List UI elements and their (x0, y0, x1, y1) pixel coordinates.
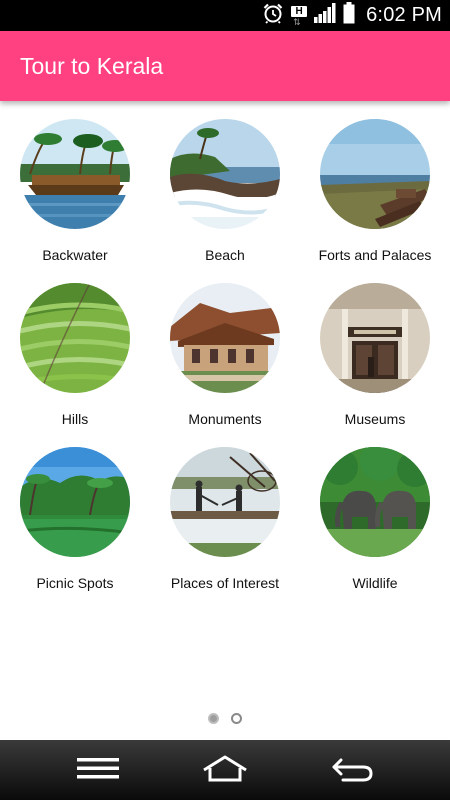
back-icon (329, 754, 375, 787)
palm-lagoon-photo (20, 447, 130, 557)
category-museums[interactable]: Museums (300, 265, 450, 429)
category-hills[interactable]: Hills (0, 265, 150, 429)
status-time: 6:02 PM (366, 4, 442, 26)
fort-coast-photo (320, 119, 430, 229)
status-icons: H ⇅ 6:02 PM (262, 0, 442, 31)
category-backwater[interactable]: Backwater (0, 101, 150, 265)
app-title: Tour to Kerala (20, 53, 164, 79)
tea-plantation-hills-photo (20, 283, 130, 393)
category-label: Wildlife (352, 575, 398, 591)
traditional-building-photo (170, 283, 280, 393)
alarm-clock-icon (262, 2, 284, 29)
network-h-icon: H ⇅ (291, 5, 308, 27)
navigation-bar (0, 740, 450, 800)
menu-button[interactable] (58, 740, 138, 800)
chinese-fishing-nets-photo (170, 447, 280, 557)
page-indicator (0, 713, 450, 729)
home-button[interactable] (185, 740, 265, 800)
houseboat-backwater-photo (20, 119, 130, 229)
category-label: Monuments (188, 411, 262, 427)
status-bar: H ⇅ 6:02 PM (0, 0, 450, 31)
category-places-of-interest[interactable]: Places of Interest (150, 429, 300, 593)
category-label: Museums (344, 411, 406, 427)
category-monuments[interactable]: Monuments (150, 265, 300, 429)
category-label: Picnic Spots (36, 575, 114, 591)
category-beach[interactable]: Beach (150, 101, 300, 265)
page-dot-2[interactable] (231, 713, 242, 724)
category-wildlife[interactable]: Wildlife (300, 429, 450, 593)
category-label: Hills (61, 411, 89, 427)
menu-icon (77, 756, 119, 785)
app-bar: Tour to Kerala (0, 31, 450, 101)
category-label: Backwater (42, 247, 108, 263)
home-icon (201, 754, 249, 787)
network-badge: H (291, 5, 308, 17)
page-dot-1[interactable] (208, 713, 219, 724)
category-picnic-spots[interactable]: Picnic Spots (0, 429, 150, 593)
battery-icon (343, 2, 355, 29)
category-label: Places of Interest (170, 575, 280, 591)
museum-entrance-photo (320, 283, 430, 393)
elephants-photo (320, 447, 430, 557)
beach-rocks-waves-photo (170, 119, 280, 229)
category-label: Beach (205, 247, 245, 263)
back-button[interactable] (312, 740, 392, 800)
category-forts-and-palaces[interactable]: Forts and Palaces (300, 101, 450, 265)
category-label: Forts and Palaces (318, 247, 432, 263)
signal-icon (314, 3, 336, 28)
